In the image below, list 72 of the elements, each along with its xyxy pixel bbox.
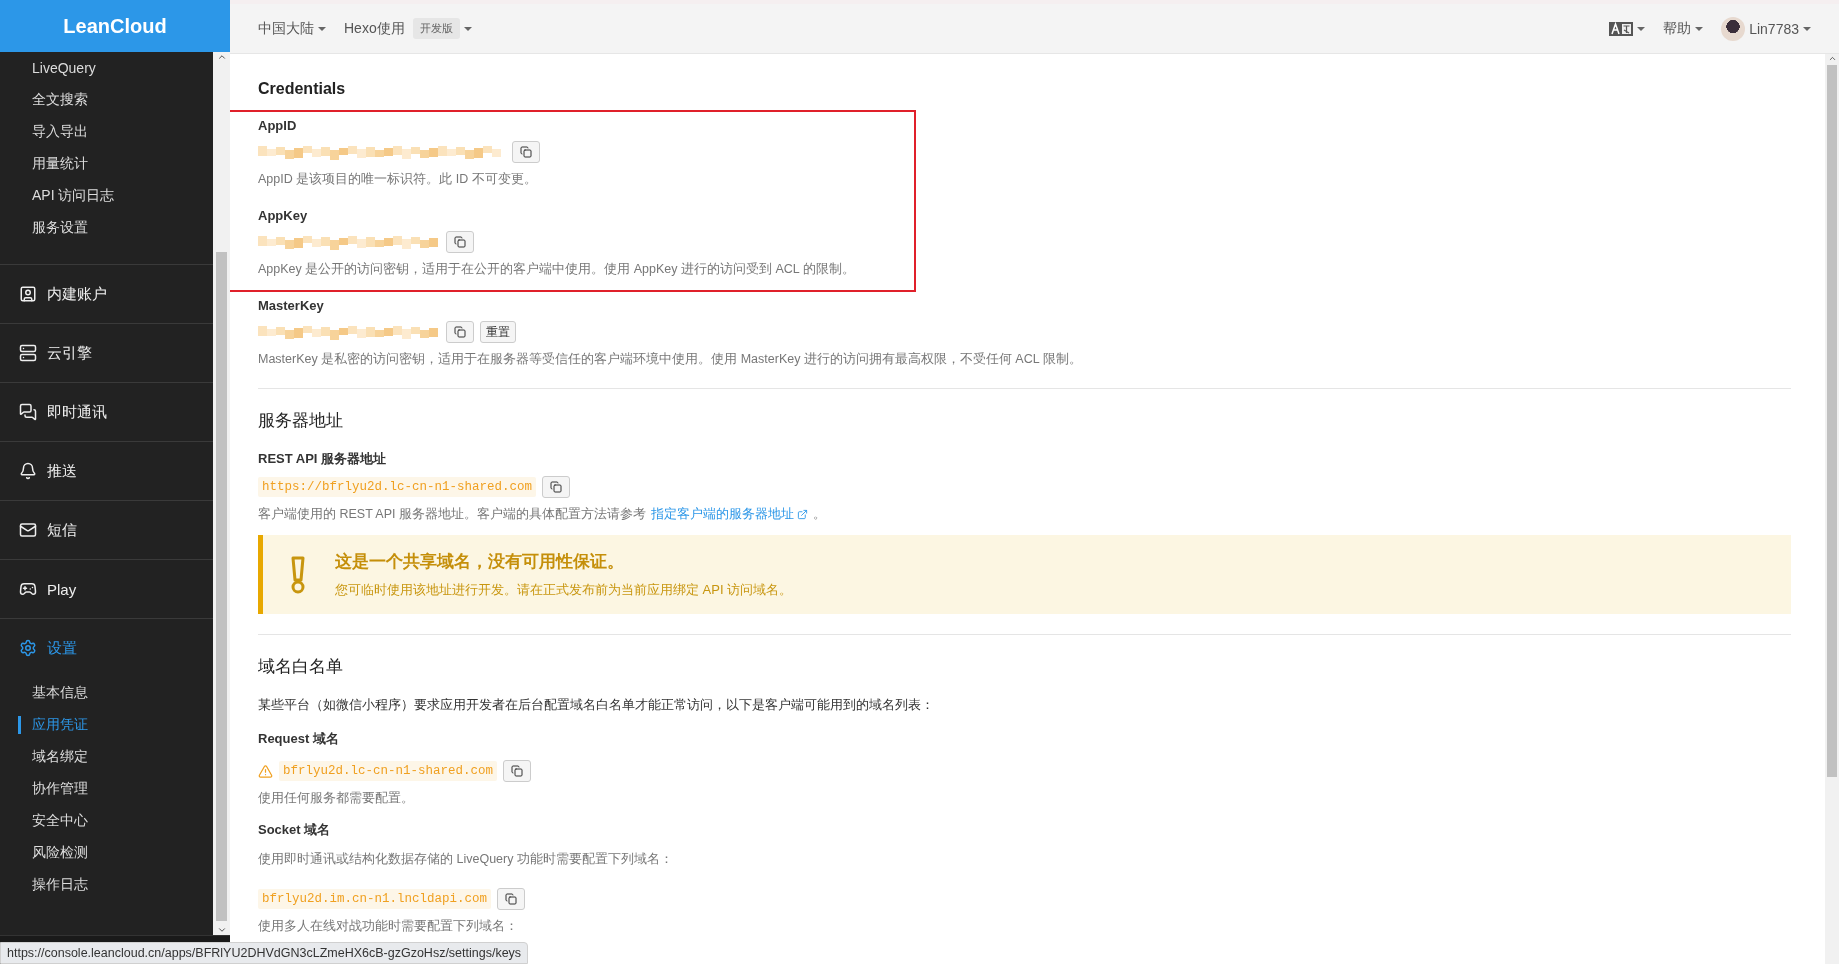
sidebar-item[interactable]: 风险检测 xyxy=(0,837,213,869)
sidebar-item[interactable]: 操作日志 xyxy=(0,869,213,901)
copy-button[interactable] xyxy=(542,476,571,498)
copy-icon xyxy=(454,326,466,338)
scroll-down-icon[interactable] xyxy=(216,925,227,935)
copy-button[interactable] xyxy=(446,231,474,253)
field-label: REST API 服务器地址 xyxy=(258,450,388,468)
domain: bfrlyu2d.im.cn-n1.lncldapi.com xyxy=(258,889,492,909)
copy-button[interactable] xyxy=(446,321,474,343)
external-link-icon xyxy=(797,509,808,520)
field-label: MasterKey xyxy=(258,298,325,313)
app-dropdown[interactable]: Hexo使用 开发版 xyxy=(344,18,472,39)
field-label: AppKey xyxy=(258,208,309,223)
mail-icon xyxy=(19,521,37,539)
field-description: 使用多人在线对战功能时需要配置下列域名： xyxy=(258,918,519,935)
sidebar-item[interactable]: 应用凭证 xyxy=(0,709,213,741)
scroll-up-icon[interactable] xyxy=(216,52,227,62)
scroll-up-icon[interactable] xyxy=(1827,54,1837,63)
edition-tag: 开发版 xyxy=(412,18,460,39)
copy-icon xyxy=(520,146,532,158)
chat-bubbles-icon xyxy=(19,403,37,421)
section-title: 服务器地址 xyxy=(258,410,344,432)
sidebar-item[interactable]: 服务设置 xyxy=(0,212,213,244)
help-dropdown[interactable]: 帮助 xyxy=(1663,19,1704,38)
sidebar-item[interactable]: 用量统计 xyxy=(0,148,213,180)
contact-card-icon xyxy=(19,285,37,303)
field-label: AppID xyxy=(258,118,298,133)
field-description: 使用任何服务都需要配置。 xyxy=(258,790,415,807)
field-description: MasterKey 是私密的访问密钥，适用于在服务器等受信任的客户端环境中使用。使用 MasterKey 进行的访问拥有最高权限，不受任何 ACL 限制。 xyxy=(258,351,1083,368)
field-description: 使用即时通讯或结构化数据存储的 LiveQuery 功能时需要配置下列域名： xyxy=(258,851,674,868)
copy-icon xyxy=(550,481,563,493)
copy-icon xyxy=(454,236,466,248)
sidebar-item[interactable]: 导入导出 xyxy=(0,116,213,148)
sidebar-item[interactable]: 基本信息 xyxy=(0,677,213,709)
exclamation-icon xyxy=(289,555,307,594)
description-text: 。 xyxy=(813,507,826,521)
domain: bfrlyu2d.lc-cn-n1-shared.com xyxy=(279,761,498,781)
field-description: AppKey 是公开的访问密钥，适用于在公开的客户端中使用。使用 AppKey 进行的访问受到 ACL 的限制。 xyxy=(258,261,856,278)
warning-text: 您可临时使用该地址进行开发。请在正式发布前为当前应用绑定 API 访问域名。 xyxy=(335,581,793,599)
copy-icon xyxy=(511,765,524,777)
translate-icon[interactable] xyxy=(1609,21,1634,36)
server-url: https://bfrlyu2d.lc-cn-n1-shared.com xyxy=(258,477,537,497)
copy-button[interactable] xyxy=(503,760,532,782)
sidebar-item[interactable]: LiveQuery xyxy=(0,52,213,84)
intro-text: 某些平台（如微信小程序）要求应用开发者在后台配置域名白名单才能正常访问，以下是客户端可能用到的域名列表： xyxy=(258,696,935,714)
field-label: Socket 域名 xyxy=(258,821,332,839)
sidebar-item[interactable]: API 访问日志 xyxy=(0,180,213,212)
language-dropdown[interactable] xyxy=(1609,21,1646,36)
link-preview-tooltip: https://console.leancloud.cn/apps/BFRlYU2DHVdGN3cLZmeHX6cB-gzGzoHsz/settings/keys xyxy=(0,942,529,964)
copy-button[interactable] xyxy=(512,141,540,163)
sidebar-item[interactable]: 安全中心 xyxy=(0,805,213,837)
field-description: AppID 是该项目的唯一标识符。此 ID 不可变更。 xyxy=(258,171,538,188)
settings-icon xyxy=(19,639,37,657)
section-title: 域名白名单 xyxy=(258,656,344,678)
scrollbar[interactable] xyxy=(213,52,230,935)
user-menu[interactable]: Lin7783 xyxy=(1721,16,1811,41)
copy-button[interactable] xyxy=(497,888,526,910)
description-text: 客户端使用的 REST API 服务器地址。客户端的具体配置方法请参考 xyxy=(258,507,646,521)
warning-title: 这是一个共享域名，没有可用性保证。 xyxy=(335,551,625,573)
section-title: Credentials xyxy=(258,80,347,98)
server-icon xyxy=(19,344,37,362)
sidebar-item[interactable]: 域名绑定 xyxy=(0,741,213,773)
field-label: Request 域名 xyxy=(258,730,340,748)
region-dropdown[interactable]: 中国大陆 xyxy=(258,19,326,38)
sidebar-item[interactable]: 协作管理 xyxy=(0,773,213,805)
avatar xyxy=(1721,16,1746,41)
sidebar-item[interactable]: 全文搜索 xyxy=(0,84,213,116)
scrollbar[interactable] xyxy=(1825,54,1839,964)
copy-icon xyxy=(505,893,518,905)
reset-button[interactable]: 重置 xyxy=(480,321,516,343)
bell-icon xyxy=(19,462,37,480)
gamepad-icon xyxy=(19,580,37,598)
